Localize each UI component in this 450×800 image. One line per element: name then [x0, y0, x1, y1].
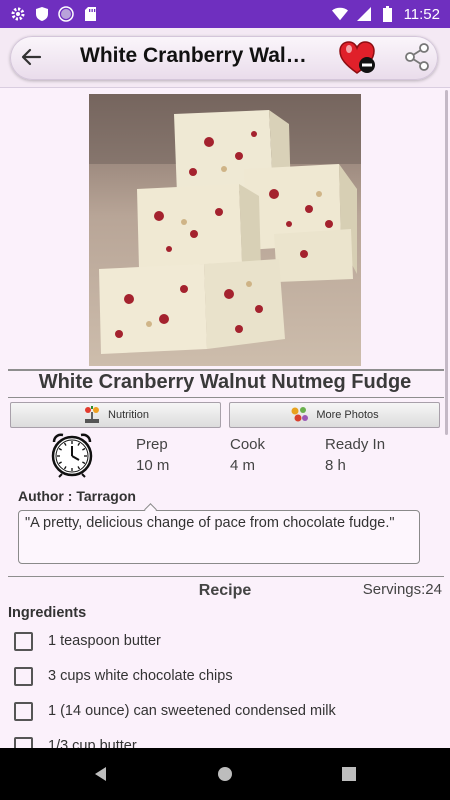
cook-time: Cook 4 m: [230, 434, 265, 476]
alarm-clock-icon: [48, 430, 96, 478]
toolbar-title: White Cranberry Waln...: [80, 44, 315, 67]
navigation-bar: [0, 748, 450, 800]
home-circle-icon: [218, 767, 232, 781]
ingredient-text: 1 (14 ounce) can sweetened condensed mil…: [48, 703, 336, 719]
ingredient-checkbox[interactable]: [14, 631, 33, 651]
prep-time: Prep 10 m: [136, 434, 169, 476]
nutrition-icon: [85, 406, 100, 423]
cook-value: 4 m: [230, 457, 256, 474]
ingredient-item[interactable]: 3 cups white chocolate chips: [14, 665, 233, 687]
cook-label: Cook: [230, 436, 266, 453]
battery-icon: [380, 6, 396, 22]
sd-card-icon: [82, 6, 98, 22]
ingredient-item[interactable]: 1 (14 ounce) can sweetened condensed mil…: [14, 700, 336, 722]
servings-label[interactable]: Servings:24: [363, 581, 442, 598]
nav-home-button[interactable]: [212, 761, 238, 787]
ready-label: Ready In: [325, 436, 386, 453]
wifi-icon: [331, 6, 348, 22]
ready-time: Ready In 8 h: [325, 434, 385, 476]
prep-label: Prep: [136, 436, 168, 453]
description-box: "A pretty, delicious change of pace from…: [18, 510, 420, 564]
heart-remove-icon: [339, 41, 375, 74]
ingredient-checkbox[interactable]: [14, 701, 33, 721]
ingredient-item[interactable]: 1 teaspoon butter: [14, 630, 161, 652]
ingredient-text: 1 teaspoon butter: [48, 633, 161, 649]
recipe-photo[interactable]: [89, 94, 361, 366]
cell-signal-icon: [356, 6, 372, 22]
author-label: Author : Tarragon: [18, 488, 136, 504]
more-photos-button[interactable]: More Photos: [229, 402, 440, 428]
gear-icon: [10, 6, 26, 22]
more-photos-label: More Photos: [316, 409, 379, 421]
divider: [8, 397, 444, 398]
favorite-remove-button[interactable]: [338, 40, 378, 76]
ready-value: 8 h: [325, 457, 346, 474]
back-triangle-icon: [95, 767, 106, 781]
share-button[interactable]: [402, 42, 432, 72]
ingredients-heading: Ingredients: [8, 605, 87, 621]
description-text: "A pretty, delicious change of pace from…: [25, 515, 395, 531]
recents-square-icon: [342, 767, 356, 781]
circle-icon: [58, 6, 74, 22]
nav-recents-button[interactable]: [336, 761, 362, 787]
nav-back-button[interactable]: [88, 761, 114, 787]
ingredient-text: 3 cups white chocolate chips: [48, 668, 233, 684]
divider: [8, 576, 444, 577]
nutrition-label: Nutrition: [108, 409, 149, 421]
prep-value: 10 m: [136, 457, 170, 474]
back-button[interactable]: [18, 45, 46, 69]
status-time: 11:52: [403, 5, 440, 23]
scrollbar[interactable]: [445, 90, 448, 435]
shield-icon: [34, 6, 50, 22]
status-bar: 11:52: [0, 0, 450, 28]
photos-icon: [291, 407, 309, 422]
ingredient-checkbox[interactable]: [14, 666, 33, 686]
nutrition-button[interactable]: Nutrition: [10, 402, 221, 428]
share-icon: [405, 43, 429, 71]
back-arrow-icon: [21, 48, 42, 66]
recipe-title: White Cranberry Walnut Nutmeg Fudge: [38, 371, 412, 393]
